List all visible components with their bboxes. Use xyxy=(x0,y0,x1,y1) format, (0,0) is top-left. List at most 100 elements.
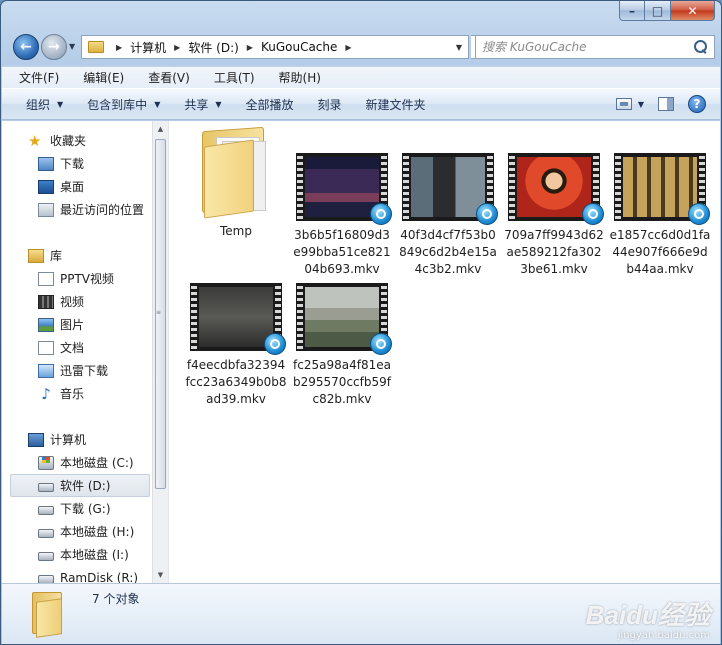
nav-libraries[interactable]: 库 xyxy=(2,244,152,267)
file-item-video[interactable]: f4eecdbfa32394fcc23a6349b0b8ad39.mkv xyxy=(183,283,289,408)
nav-item-drive-h[interactable]: 本地磁盘 (H:) xyxy=(2,520,152,543)
nav-item-drive-r[interactable]: RamDisk (R:) xyxy=(2,566,152,583)
navigation-scrollbar[interactable]: ▲ ≡ ▼ xyxy=(152,121,168,583)
nav-item-pictures[interactable]: 图片 xyxy=(2,313,152,336)
include-in-library-button[interactable]: 包含到库中 ▼ xyxy=(75,96,172,113)
nav-item-recent-places[interactable]: 最近访问的位置 xyxy=(2,198,152,221)
caption-buttons: – □ ✕ xyxy=(619,1,715,21)
chevron-down-icon: ▼ xyxy=(215,99,222,109)
chevron-right-icon: ▶ xyxy=(174,42,181,52)
nav-item-drive-i[interactable]: 本地磁盘 (I:) xyxy=(2,543,152,566)
nav-item-music[interactable]: ♪ 音乐 xyxy=(2,382,152,405)
organize-button[interactable]: 组织 ▼ xyxy=(2,96,75,113)
thunder-download-icon xyxy=(38,363,54,378)
nav-item-desktop[interactable]: 桌面 xyxy=(2,175,152,198)
folder-item-temp[interactable]: Temp xyxy=(183,125,289,240)
file-name: 40f3d4cf7f53b0849c6d2b4e15a4c3b2.mkv xyxy=(399,228,497,276)
close-button[interactable]: ✕ xyxy=(671,1,715,21)
minimize-button[interactable]: – xyxy=(619,1,645,21)
star-icon: ★ xyxy=(28,131,42,150)
content-area: ★ 收藏夹 下载 桌面 最近访问的位置 库 PPTV视频 视频 图片 文档 迅雷下… xyxy=(2,121,720,583)
menu-view[interactable]: 查看(V) xyxy=(132,69,198,86)
drive-icon xyxy=(38,528,54,538)
address-bar[interactable]: ▶ 计算机 ▶ 软件 (D:) ▶ KuGouCache ▶ ▼ xyxy=(81,35,469,59)
drive-icon xyxy=(38,574,54,583)
pane-splitter[interactable] xyxy=(168,121,172,583)
media-player-icon xyxy=(582,203,604,225)
chevron-down-icon: ▼ xyxy=(154,99,161,109)
nav-item-videos[interactable]: 视频 xyxy=(2,290,152,313)
file-name: 709a7ff9943d62ae589212fa3023be61.mkv xyxy=(504,228,604,276)
breadcrumb-computer[interactable]: 计算机 ▶ xyxy=(130,39,188,56)
file-item-video[interactable]: e1857cc6d0d1fa44e907f666e9db44aa.mkv xyxy=(607,153,713,278)
help-icon[interactable]: ? xyxy=(688,95,706,113)
file-item-video[interactable]: 709a7ff9943d62ae589212fa3023be61.mkv xyxy=(501,153,607,278)
menu-tools[interactable]: 工具(T) xyxy=(198,69,263,86)
preview-pane-icon[interactable] xyxy=(658,97,674,111)
nav-item-downloads[interactable]: 下载 xyxy=(2,152,152,175)
nav-item-thunder-downloads[interactable]: 迅雷下载 xyxy=(2,359,152,382)
scroll-down-icon[interactable]: ▼ xyxy=(153,567,168,583)
file-item-video[interactable]: 3b6b5f16809d3e99bba51ce82104b693.mkv xyxy=(289,153,395,278)
chevron-right-icon: ▶ xyxy=(345,42,352,52)
play-all-button[interactable]: 全部播放 xyxy=(234,96,306,113)
file-name: e1857cc6d0d1fa44e907f666e9db44aa.mkv xyxy=(609,228,711,276)
maximize-button[interactable]: □ xyxy=(645,1,671,21)
pictures-library-icon xyxy=(38,317,54,332)
back-button[interactable]: ← xyxy=(13,34,39,60)
favorites-group: ★ 收藏夹 下载 桌面 最近访问的位置 xyxy=(2,129,152,221)
media-player-icon xyxy=(370,203,392,225)
drive-icon xyxy=(38,482,54,492)
drive-icon xyxy=(38,505,54,515)
nav-item-pptv-video[interactable]: PPTV视频 xyxy=(2,267,152,290)
menu-help[interactable]: 帮助(H) xyxy=(263,69,329,86)
new-folder-button[interactable]: 新建文件夹 xyxy=(354,96,438,113)
chevron-right-icon: ▶ xyxy=(246,42,253,52)
search-icon[interactable] xyxy=(694,40,708,54)
breadcrumb-root[interactable]: ▶ xyxy=(108,43,130,52)
folder-icon xyxy=(32,590,66,638)
libraries-group: 库 PPTV视频 视频 图片 文档 迅雷下载 ♪ 音乐 xyxy=(2,244,152,405)
chevron-right-icon: ▶ xyxy=(116,42,123,52)
file-item-video[interactable]: 40f3d4cf7f53b0849c6d2b4e15a4c3b2.mkv xyxy=(395,153,501,278)
computer-icon xyxy=(28,432,44,447)
file-item-video[interactable]: fc25a98a4f81eab295570ccfb59fc82b.mkv xyxy=(289,283,395,408)
watermark: Baidu经验 jingyan.baidu.com xyxy=(586,595,710,641)
pptv-library-icon xyxy=(38,271,54,286)
nav-item-drive-g[interactable]: 下载 (G:) xyxy=(2,497,152,520)
burn-button[interactable]: 刻录 xyxy=(306,96,354,113)
computer-group: 计算机 本地磁盘 (C:) 软件 (D:) 下载 (G:) 本地磁盘 (H:) … xyxy=(2,428,152,583)
nav-item-drive-d[interactable]: 软件 (D:) xyxy=(10,474,150,497)
menu-edit[interactable]: 编辑(E) xyxy=(67,69,132,86)
documents-library-icon xyxy=(38,340,54,355)
watermark-logo: Baidu经验 xyxy=(585,600,710,630)
share-button[interactable]: 共享 ▼ xyxy=(172,96,233,113)
views-dropdown-icon[interactable]: ▼ xyxy=(638,100,644,109)
address-row: ← → ▼ ▶ 计算机▶ 软件 (D:)▶ KuGouCache▶ ▼ ⟳ xyxy=(9,32,715,62)
forward-arrow-icon: → xyxy=(48,39,60,55)
forward-button[interactable]: → xyxy=(41,34,67,60)
downloads-folder-icon xyxy=(38,156,54,171)
menu-file[interactable]: 文件(F) xyxy=(2,69,67,86)
media-player-icon xyxy=(688,203,710,225)
command-bar: 组织 ▼ 包含到库中 ▼ 共享 ▼ 全部播放 刻录 新建文件夹 ▼ ? xyxy=(2,88,720,120)
nav-item-drive-c[interactable]: 本地磁盘 (C:) xyxy=(2,451,152,474)
views-icon[interactable] xyxy=(615,98,632,110)
file-name: f4eecdbfa32394fcc23a6349b0b8ad39.mkv xyxy=(185,358,287,406)
scroll-up-icon[interactable]: ▲ xyxy=(153,121,168,137)
nav-favorites[interactable]: ★ 收藏夹 xyxy=(2,129,152,152)
video-library-icon xyxy=(38,294,54,309)
system-drive-icon xyxy=(38,455,54,470)
music-note-icon: ♪ xyxy=(41,384,51,403)
breadcrumb-drive-d[interactable]: 软件 (D:) ▶ xyxy=(188,39,261,56)
nav-item-documents[interactable]: 文档 xyxy=(2,336,152,359)
desktop-icon xyxy=(38,179,54,194)
breadcrumb-kugoucache[interactable]: KuGouCache ▶ xyxy=(261,40,360,54)
recent-pages-dropdown[interactable]: ▼ xyxy=(69,42,75,51)
back-arrow-icon: ← xyxy=(20,39,32,55)
file-list: Temp 3b6b5f16809d3e99bba51ce82104b693.mk… xyxy=(173,121,720,583)
address-dropdown[interactable]: ▼ xyxy=(450,43,468,52)
command-bar-right: ▼ ? xyxy=(615,95,706,113)
search-input[interactable] xyxy=(476,37,694,57)
nav-computer[interactable]: 计算机 xyxy=(2,428,152,451)
